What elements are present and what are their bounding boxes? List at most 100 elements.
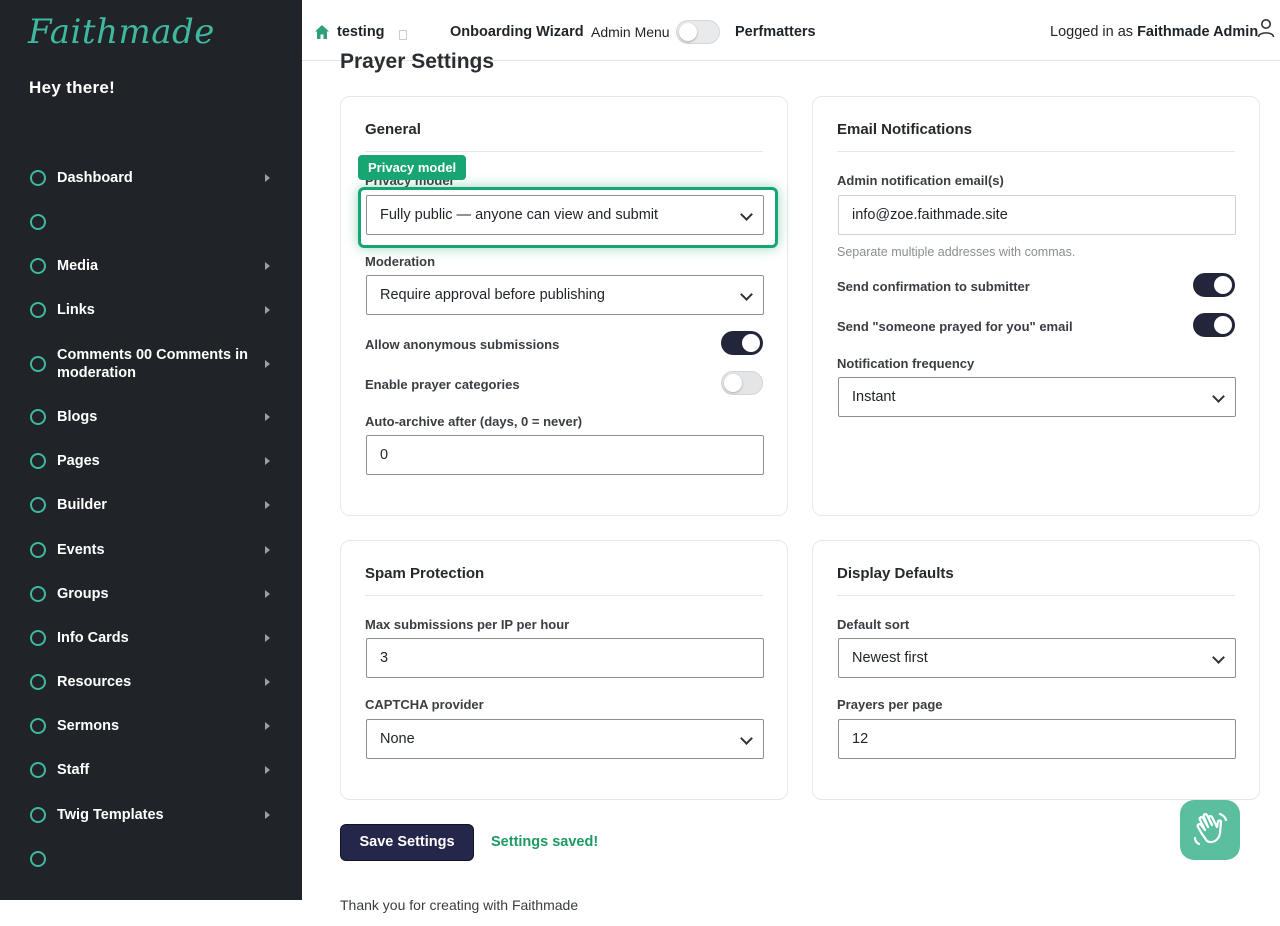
sidebar-item[interactable]: Blogs (0, 397, 302, 437)
categories-label: Enable prayer categories (365, 377, 520, 392)
sidebar-item[interactable]: Groups (0, 574, 302, 614)
spam-card: Spam Protection Max submissions per IP p… (340, 540, 788, 800)
divider (365, 595, 763, 596)
prayed-email-toggle[interactable] (1193, 313, 1235, 337)
sidebar-item[interactable]: Events (0, 530, 302, 570)
onboarding-wizard-link[interactable]: Onboarding Wizard (450, 24, 584, 40)
sidebar-item-label: Pages (57, 453, 100, 469)
sidebar-item[interactable] (0, 839, 302, 879)
sidebar-item[interactable]: Info Cards (0, 618, 302, 658)
email-title: Email Notifications (837, 121, 973, 138)
toggle-knob (1214, 276, 1232, 294)
circle-icon (30, 302, 46, 318)
chevron-down-icon (740, 732, 753, 745)
circle-icon (30, 586, 46, 602)
user-icon[interactable] (1257, 18, 1275, 38)
spam-title: Spam Protection (365, 565, 485, 582)
archive-input[interactable]: 0 (366, 435, 764, 475)
prayed-email-label: Send "someone prayed for you" email (837, 319, 1073, 334)
sidebar-item[interactable]: Links (0, 290, 302, 330)
captcha-value: None (380, 731, 415, 747)
chevron-right-icon (265, 811, 270, 819)
sidebar-item[interactable]: Pages (0, 441, 302, 481)
sidebar-item-label: Builder (57, 497, 107, 513)
sidebar-item[interactable] (0, 202, 302, 242)
per-page-label: Prayers per page (837, 697, 943, 712)
chevron-down-icon (1212, 390, 1225, 403)
sidebar-item[interactable]: Comments 00 Comments in moderation (0, 344, 302, 384)
logged-in-prefix: Logged in as (1050, 24, 1134, 40)
circle-icon (30, 807, 46, 823)
max-submissions-label: Max submissions per IP per hour (365, 617, 570, 632)
max-submissions-input[interactable]: 3 (366, 638, 764, 678)
per-page-input[interactable]: 12 (838, 719, 1236, 759)
sidebar-item[interactable]: Builder (0, 485, 302, 525)
logo-text: Faithmade (28, 12, 215, 52)
archive-label: Auto-archive after (days, 0 = never) (365, 414, 583, 429)
confirmation-toggle[interactable] (1193, 273, 1235, 297)
sidebar-item-label: Dashboard (57, 170, 133, 186)
sidebar-item[interactable]: Media (0, 246, 302, 286)
sidebar-item[interactable]: Staff (0, 750, 302, 790)
chevron-right-icon (265, 262, 270, 270)
moderation-label: Moderation (365, 254, 436, 269)
sidebar-item[interactable]: Twig Templates (0, 795, 302, 835)
moderation-value: Require approval before publishing (380, 287, 605, 303)
toggle-knob (679, 23, 697, 41)
circle-icon (30, 718, 46, 734)
chevron-right-icon (265, 306, 270, 314)
divider (837, 151, 1235, 152)
chevron-down-icon (740, 288, 753, 301)
sidebar-item-label: Info Cards (57, 630, 129, 646)
sidebar-item-label: Events (57, 542, 105, 558)
email-helper-text: Separate multiple addresses with commas. (837, 245, 1076, 259)
display-card: Display Defaults Default sort Newest fir… (812, 540, 1260, 800)
admin-email-input[interactable]: info@zoe.faithmade.site (838, 195, 1236, 235)
sidebar-item-label: Resources (57, 674, 132, 690)
chevron-right-icon (265, 413, 270, 421)
toggle-knob (1214, 316, 1232, 334)
sidebar-item-label: Comments 00 Comments in moderation (57, 347, 248, 381)
circle-icon (30, 409, 46, 425)
sidebar-item[interactable]: Sermons (0, 706, 302, 746)
sidebar-item-label: Staff (57, 762, 90, 778)
captcha-label: CAPTCHA provider (365, 697, 484, 712)
sidebar: Faithmade Hey there! Dashboard Media Links… (0, 0, 302, 900)
logged-in-label[interactable]: Logged in as Faithmade Admin (1050, 24, 1258, 40)
perfmatters-link[interactable]: Perfmatters (735, 24, 816, 40)
site-name-link[interactable]: testing (337, 24, 385, 40)
bubble-icon[interactable] (399, 30, 407, 40)
chevron-right-icon (265, 766, 270, 774)
categories-toggle[interactable] (721, 371, 763, 395)
help-button[interactable] (1180, 800, 1240, 860)
chevron-down-icon (1212, 651, 1225, 664)
onboarding-highlight (358, 187, 778, 248)
sidebar-item[interactable]: Dashboard (0, 158, 302, 198)
sidebar-item-label: Groups (57, 586, 109, 602)
sidebar-item[interactable]: Resources (0, 662, 302, 702)
home-icon[interactable] (314, 24, 330, 40)
default-sort-label: Default sort (837, 617, 910, 632)
frequency-value: Instant (852, 389, 896, 405)
sidebar-item-label: Sermons (57, 718, 120, 734)
circle-icon (30, 214, 46, 230)
logo[interactable]: Faithmade (28, 12, 215, 52)
moderation-select[interactable]: Require approval before publishing (366, 275, 764, 315)
default-sort-select[interactable]: Newest first (838, 638, 1236, 678)
circle-icon (30, 170, 46, 186)
circle-icon (30, 851, 46, 867)
sidebar-item-label: Blogs (57, 409, 98, 425)
onboarding-tooltip: Privacy model (358, 155, 467, 180)
chevron-right-icon (265, 457, 270, 465)
captcha-select[interactable]: None (366, 719, 764, 759)
frequency-select[interactable]: Instant (838, 377, 1236, 417)
admin-menu-toggle[interactable] (676, 20, 720, 44)
user-name: Faithmade Admin (1137, 24, 1259, 40)
sidebar-item-label: Media (57, 258, 99, 274)
anonymous-toggle[interactable] (721, 331, 763, 355)
sidebar-item-label: Twig Templates (57, 807, 164, 823)
admin-menu-label: Admin Menu (591, 24, 670, 40)
circle-icon (30, 453, 46, 469)
save-settings-button[interactable]: Save Settings (340, 824, 474, 861)
chevron-right-icon (265, 360, 270, 368)
